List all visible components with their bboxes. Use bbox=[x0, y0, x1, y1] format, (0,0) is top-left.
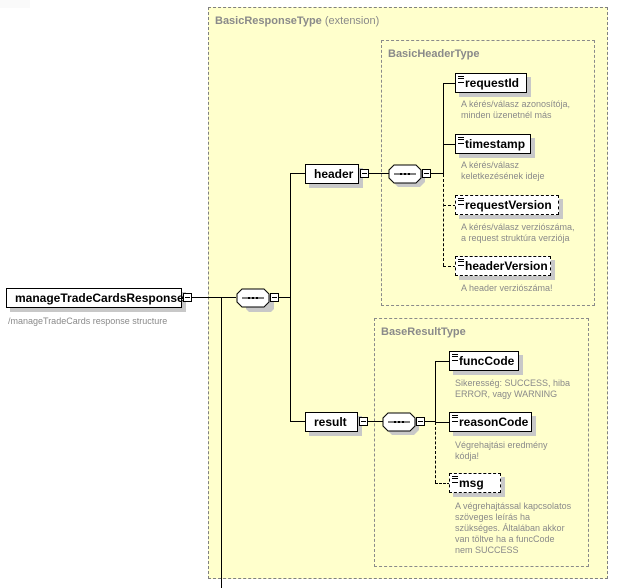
element-name: funcCode bbox=[459, 354, 515, 368]
element-description: A végrehajtással kapcsolatos szöveges le… bbox=[455, 501, 571, 556]
description-line: Sikeresség: SUCCESS, hiba bbox=[455, 378, 571, 388]
group-title-text: BasicResponseType bbox=[215, 15, 322, 27]
element-description: A header verziószáma! bbox=[461, 283, 553, 294]
description-line: van töltve ha a funcCode bbox=[455, 534, 555, 544]
connector bbox=[290, 421, 306, 422]
description-line: A header verziószáma! bbox=[461, 283, 553, 293]
description-line: A kérés/válasz verziószáma, bbox=[461, 222, 575, 232]
result-sequence-collapse-icon[interactable] bbox=[416, 417, 425, 426]
header-collapse-icon[interactable] bbox=[360, 169, 369, 178]
root-description: /manageTradeCards response structure bbox=[8, 316, 168, 326]
result-element-name: result bbox=[314, 415, 347, 429]
element-requestVersion[interactable]: requestVersion bbox=[455, 195, 559, 215]
top-strip bbox=[0, 0, 30, 8]
element-description: A kérés/válasz azonosítója, minden üzene… bbox=[461, 99, 570, 121]
description-line: a request struktúra verziója bbox=[461, 233, 570, 243]
connector-vertical-optional bbox=[443, 174, 444, 266]
result-collapse-icon[interactable] bbox=[359, 417, 368, 426]
element-name: requestVersion bbox=[465, 198, 552, 212]
element-description: A kérés/válasz verziószáma, a request st… bbox=[461, 222, 575, 244]
description-line: szöveges leírás ha bbox=[455, 512, 531, 522]
header-element-box[interactable]: header bbox=[305, 164, 359, 184]
connector bbox=[435, 361, 450, 362]
element-requestId[interactable]: requestId bbox=[455, 73, 527, 93]
group-title-suffix: (extension) bbox=[324, 15, 380, 27]
connector bbox=[369, 173, 389, 174]
group-title-basic-response-type: BasicResponseType (extension) bbox=[215, 15, 379, 27]
element-timestamp[interactable]: timestamp bbox=[455, 134, 531, 154]
root-element-name: manageTradeCardsResponse bbox=[15, 291, 184, 305]
description-line: nem SUCCESS bbox=[455, 545, 519, 555]
root-element-box[interactable]: manageTradeCardsResponse bbox=[6, 288, 184, 308]
description-line: szükséges. Általában akkor bbox=[455, 523, 565, 533]
description-line: ERROR, vagy WARNING bbox=[455, 389, 558, 399]
connector bbox=[435, 422, 450, 423]
documentation-lines-icon bbox=[452, 415, 458, 422]
connector-vertical-optional bbox=[435, 422, 436, 483]
element-name: msg bbox=[459, 476, 484, 490]
description-line: Végrehajtási eredmény bbox=[455, 440, 548, 450]
description-line: kódja! bbox=[455, 451, 480, 461]
connector-vertical bbox=[443, 83, 444, 174]
element-description: Sikeresség: SUCCESS, hiba ERROR, vagy WA… bbox=[455, 378, 570, 400]
header-element-name: header bbox=[314, 167, 354, 181]
element-description: Végrehajtási eredmény kódja! bbox=[455, 440, 548, 462]
header-sequence-collapse-icon[interactable] bbox=[422, 169, 431, 178]
documentation-lines-icon bbox=[458, 76, 464, 83]
description-line: A végrehajtással kapcsolatos bbox=[455, 501, 572, 511]
element-name: headerVersion bbox=[465, 259, 548, 273]
documentation-lines-icon bbox=[458, 259, 464, 266]
group-title-basic-header-type: BasicHeaderType bbox=[388, 48, 480, 60]
result-element-box[interactable]: result bbox=[305, 412, 358, 432]
sequence-collapse-icon[interactable] bbox=[270, 293, 279, 302]
element-name: timestamp bbox=[465, 137, 526, 151]
element-name: reasonCode bbox=[459, 415, 529, 429]
documentation-lines-icon bbox=[458, 137, 464, 144]
description-line: A kérés/válasz bbox=[461, 160, 520, 170]
element-msg[interactable]: msg bbox=[449, 473, 501, 493]
root-collapse-icon[interactable] bbox=[183, 293, 192, 302]
element-reasonCode[interactable]: reasonCode bbox=[449, 412, 532, 432]
documentation-lines-icon bbox=[452, 476, 458, 483]
connector bbox=[290, 173, 306, 174]
element-description: A kérés/válasz keletkezésének ideje bbox=[461, 160, 545, 182]
description-line: minden üzenetnél más bbox=[461, 110, 552, 120]
connector-vertical bbox=[435, 361, 436, 422]
element-funcCode[interactable]: funcCode bbox=[449, 351, 519, 371]
element-headerVersion[interactable]: headerVersion bbox=[455, 256, 551, 276]
documentation-lines-icon bbox=[452, 354, 458, 361]
connector-vertical bbox=[290, 173, 291, 422]
description-line: A kérés/válasz azonosítója, bbox=[461, 99, 571, 109]
element-name: requestId bbox=[465, 76, 520, 90]
connector-vertical bbox=[221, 297, 222, 588]
connector bbox=[192, 297, 236, 298]
connector-optional bbox=[435, 483, 450, 484]
documentation-lines-icon bbox=[458, 198, 464, 205]
group-title-base-result-type: BaseResultType bbox=[381, 326, 466, 338]
description-line: keletkezésének ideje bbox=[461, 171, 545, 181]
